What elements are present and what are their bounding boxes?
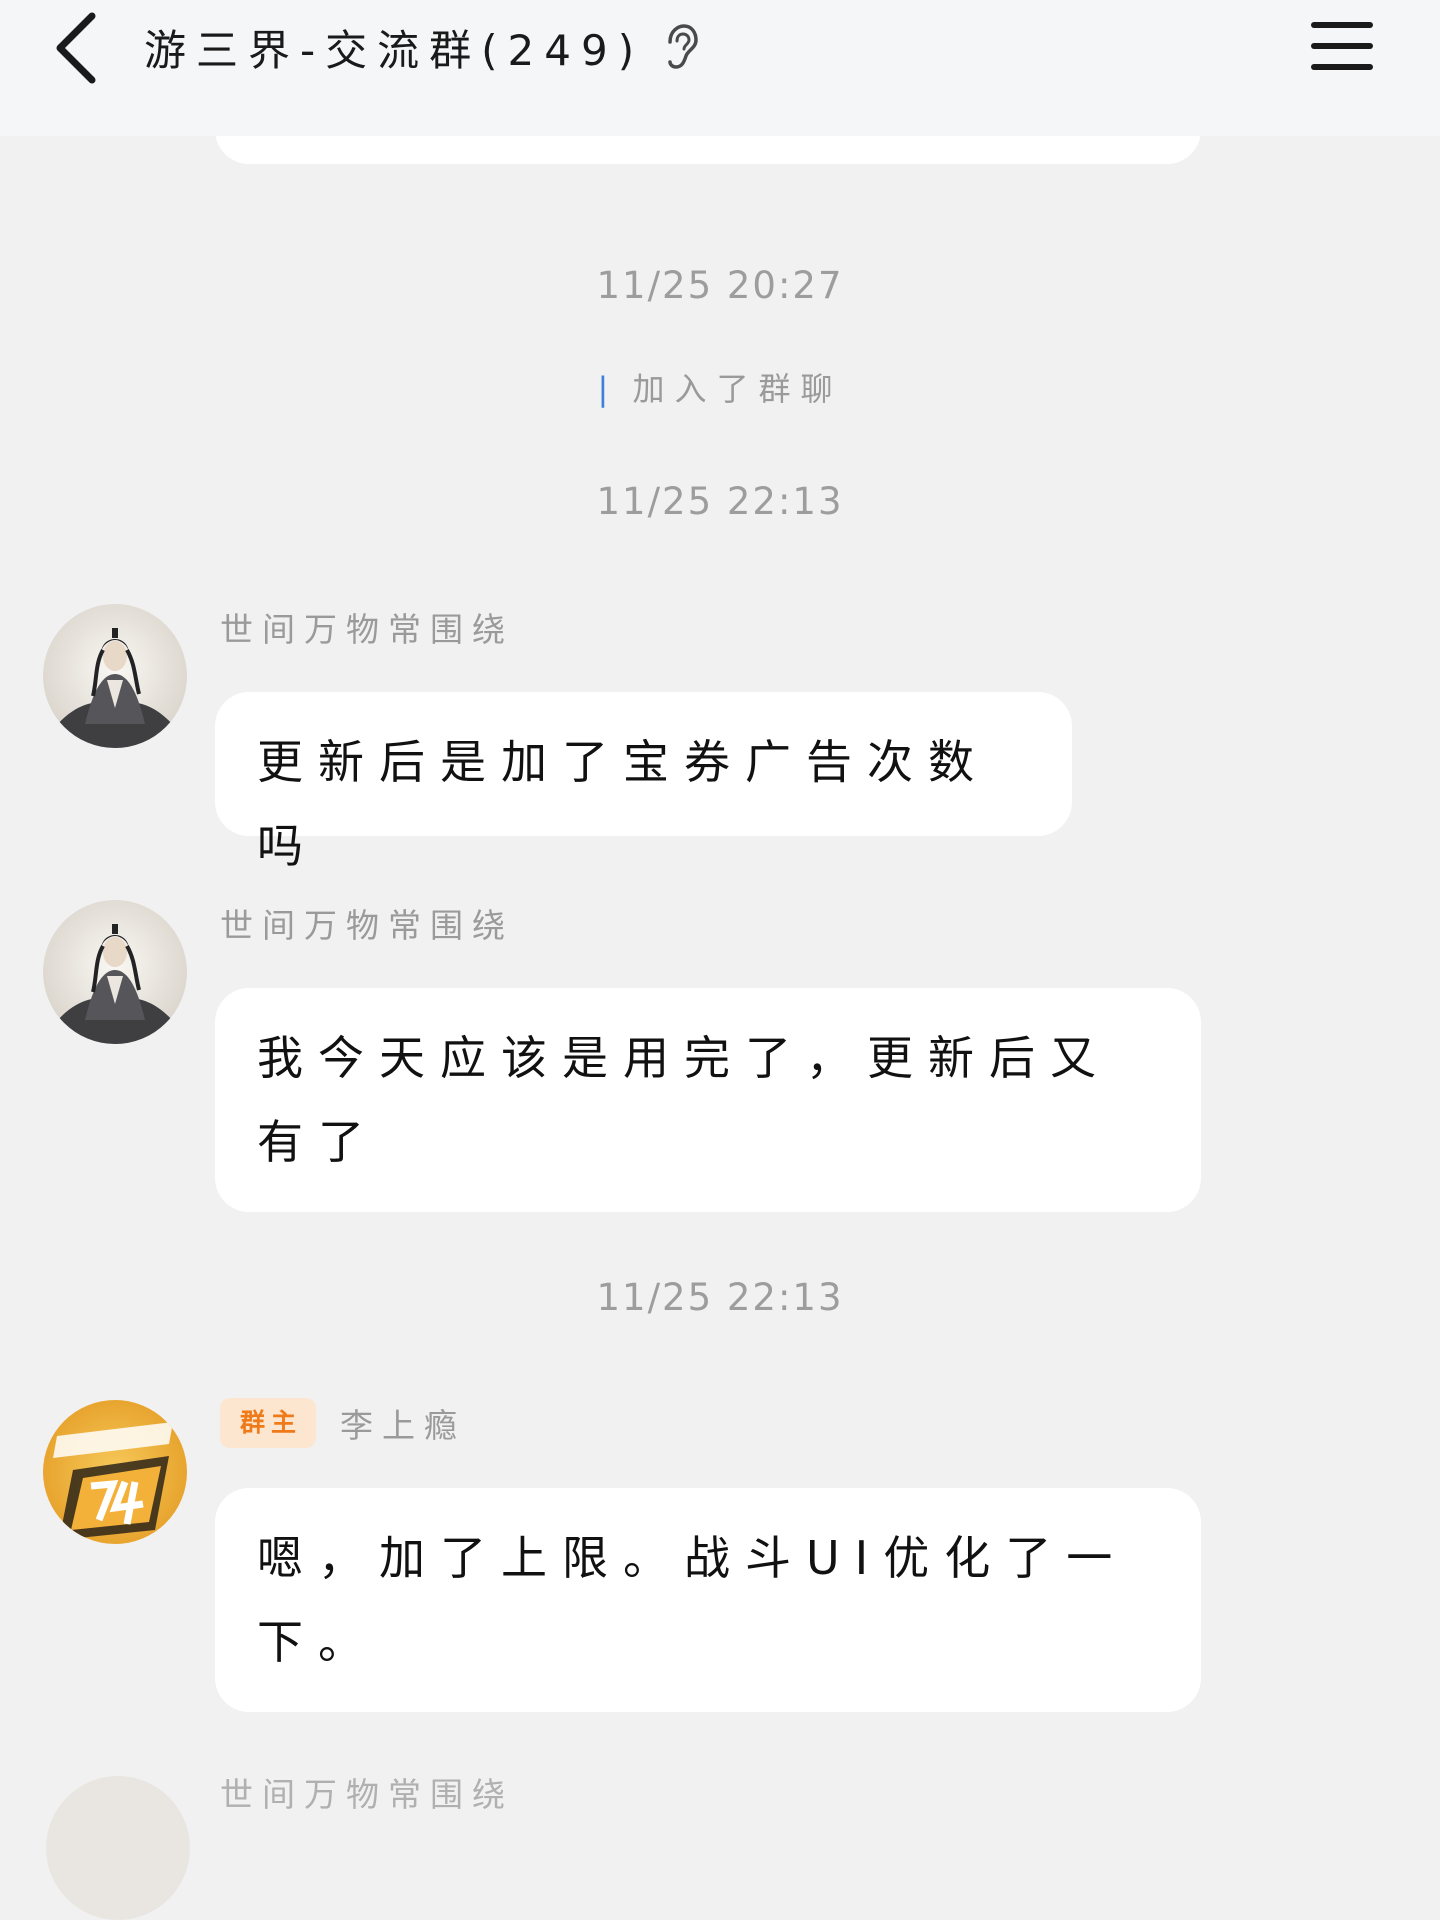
avatar[interactable] [43, 900, 187, 1044]
sender-row: 世间万物常围绕 [220, 900, 514, 946]
chat-title-row: 游三界-交流群(249) [144, 12, 702, 82]
avatar-image [43, 1400, 187, 1544]
avatar[interactable] [43, 604, 187, 748]
sender-name[interactable]: 世间万物常围绕 [220, 1772, 514, 1818]
system-message: | 加入了群聊 [0, 364, 1440, 410]
sender-row: 世间万物常围绕 [220, 604, 514, 650]
sender-row: 群主 李上瘾 [220, 1398, 466, 1448]
timestamp: 11/25 22:13 [596, 480, 844, 523]
avatar[interactable] [43, 1400, 187, 1544]
message-bubble[interactable]: 更新后是加了宝券广告次数吗 [215, 692, 1072, 873]
avatar[interactable] [46, 1776, 190, 1920]
chat-header: 游三界-交流群(249) [0, 0, 1440, 136]
avatar-image [43, 604, 187, 748]
message-text: 更新后是加了宝券广告次数吗 [257, 735, 989, 873]
system-message-user-link[interactable]: | [598, 370, 613, 408]
menu-button[interactable] [1300, 14, 1384, 78]
hamburger-menu-icon [1311, 22, 1373, 70]
avatar-image [43, 900, 187, 1044]
sender-name[interactable]: 世间万物常围绕 [220, 603, 514, 651]
owner-badge: 群主 [220, 1398, 317, 1448]
message-text: 我今天应该是用完了，更新后又有了 [257, 1031, 1111, 1169]
ear-icon[interactable] [662, 21, 702, 73]
sender-name[interactable]: 李上瘾 [340, 1399, 466, 1447]
timestamp: 11/25 20:27 [596, 264, 844, 307]
message-bubble[interactable]: 嗯，加了上限。战斗UI优化了一下。 [215, 1488, 1201, 1712]
chat-title: 游三界-交流群(249) [144, 25, 645, 75]
timestamp: 11/25 22:13 [596, 1276, 844, 1319]
chevron-left-icon [56, 12, 96, 84]
sender-name[interactable]: 世间万物常围绕 [220, 899, 514, 947]
message-bubble[interactable]: 我今天应该是用完了，更新后又有了 [215, 988, 1201, 1212]
back-button[interactable] [44, 8, 108, 88]
message-text: 嗯，加了上限。战斗UI优化了一下。 [257, 1531, 1128, 1669]
system-message-text: 加入了群聊 [632, 370, 843, 408]
